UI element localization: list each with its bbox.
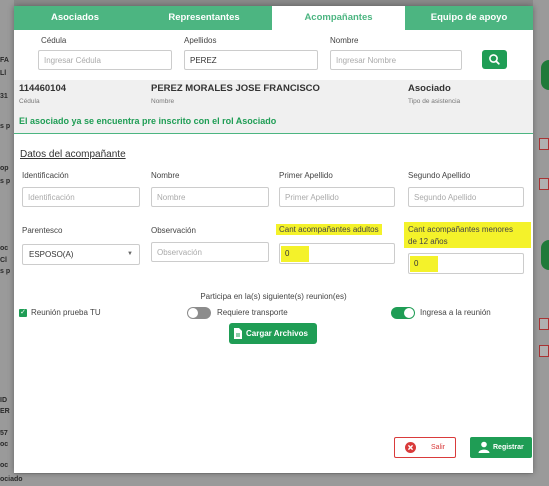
tab-representantes[interactable]: Representantes (136, 6, 272, 30)
tab-acompanantes[interactable]: Acompañantes (272, 6, 405, 30)
background-text: oc (0, 462, 9, 469)
background-text: 57 (0, 430, 8, 437)
background-text: 31 (0, 93, 8, 100)
background-text: ociado (0, 476, 23, 483)
associate-type: Asociado (408, 83, 451, 94)
caret-down-icon: ▼ (127, 251, 133, 257)
background-text: ID (0, 397, 7, 404)
background-delete-icon (539, 345, 549, 357)
background-bottom: ociado (0, 474, 533, 486)
background-text: FA (0, 57, 9, 64)
apellidos-search-label: Apellidos (184, 36, 217, 45)
menores-label-line-1: Cant acompañantes menores (408, 225, 513, 234)
primer-apellido-input[interactable] (279, 187, 395, 207)
background-right-panel (533, 0, 549, 486)
check-icon: ✓ (20, 309, 26, 316)
registrar-button[interactable]: Registrar (470, 437, 532, 458)
background-text: op (0, 165, 9, 172)
primer-apellido-label: Primer Apellido (279, 171, 333, 180)
divider (14, 133, 533, 134)
pre-inscription-notice: El asociado ya se encuentra pre inscrito… (19, 116, 277, 126)
nombre-search-input[interactable] (330, 50, 462, 70)
adultos-input[interactable]: 0 (279, 243, 395, 264)
tab-bar: Asociados Representantes Acompañantes Eq… (14, 6, 533, 30)
ingresa-toggle[interactable] (391, 307, 415, 319)
segundo-apellido-input[interactable] (408, 187, 524, 207)
background-text: s p (0, 268, 11, 275)
cargar-archivos-label: Cargar Archivos (246, 329, 308, 338)
background-text: ER (0, 408, 10, 415)
transporte-toggle[interactable] (187, 307, 211, 319)
background-text: oc (0, 441, 9, 448)
search-icon (489, 54, 500, 65)
cargar-archivos-button[interactable]: Cargar Archivos (229, 323, 317, 344)
parentesco-value: ESPOSO(A) (29, 250, 74, 259)
observacion-input[interactable] (151, 242, 269, 262)
menores-label-line-2: de 12 años (408, 237, 448, 246)
toggle-knob (188, 308, 198, 318)
nombre-search-label: Nombre (330, 36, 359, 45)
tab-asociados[interactable]: Asociados (14, 6, 136, 30)
toggle-knob (404, 308, 414, 318)
reunion-label: Reunión prueba TU (31, 308, 101, 317)
associate-cedula-label: Cédula (19, 98, 40, 105)
background-text: s p (0, 123, 11, 130)
tab-equipo-de-apoyo[interactable]: Equipo de apoyo (405, 6, 533, 30)
companion-modal: Asociados Representantes Acompañantes Eq… (14, 6, 533, 473)
background-left-panel: FA Ll 31 s p op s p oc Cl s p ID ER 57 o… (0, 0, 14, 486)
cedula-search-label: Cédula (41, 36, 67, 45)
background-text: s p (0, 178, 11, 185)
salir-label: Salir (431, 444, 446, 451)
background-circle (541, 240, 549, 270)
associate-name: PEREZ MORALES JOSE FRANCISCO (151, 83, 320, 94)
meetings-caption: Participa en la(s) siguiente(s) reunion(… (200, 292, 347, 301)
menores-value: 0 (410, 256, 438, 272)
transporte-label: Requiere transporte (217, 308, 288, 317)
identificacion-input[interactable] (22, 187, 140, 207)
companion-section-title: Datos del acompañante (20, 149, 126, 160)
adultos-label: Cant acompañantes adultos (276, 224, 382, 235)
parentesco-select[interactable]: ESPOSO(A) ▼ (22, 244, 140, 265)
close-circle-icon (405, 442, 416, 453)
background-text: Ll (0, 70, 7, 77)
apellidos-search-input[interactable] (184, 50, 318, 70)
observacion-label: Observación (151, 226, 196, 235)
background-text: Cl (0, 257, 7, 264)
parentesco-label: Parentesco (22, 226, 63, 235)
background-delete-icon (539, 138, 549, 150)
background-delete-icon (539, 178, 549, 190)
nombre-input[interactable] (151, 187, 269, 207)
associate-type-label: Tipo de asistencia (408, 98, 461, 105)
background-text: oc (0, 245, 9, 252)
nombre-label: Nombre (151, 171, 180, 180)
menores-input[interactable]: 0 (408, 253, 524, 274)
salir-button[interactable]: Salir (394, 437, 456, 458)
identificacion-label: Identificación (22, 171, 69, 180)
cedula-search-input[interactable] (38, 50, 172, 70)
user-icon (478, 441, 490, 453)
background-delete-icon (539, 318, 549, 330)
file-icon (234, 328, 242, 339)
adultos-value: 0 (281, 246, 309, 262)
search-button[interactable] (482, 50, 507, 69)
registrar-label: Registrar (493, 444, 524, 451)
segundo-apellido-label: Segundo Apellido (408, 171, 471, 180)
associate-name-label: Nombre (151, 98, 175, 105)
ingresa-label: Ingresa a la reunión (420, 308, 491, 317)
reunion-checkbox[interactable]: ✓ (19, 309, 27, 317)
background-circle (541, 60, 549, 90)
associate-cedula: 114460104 (19, 83, 67, 94)
